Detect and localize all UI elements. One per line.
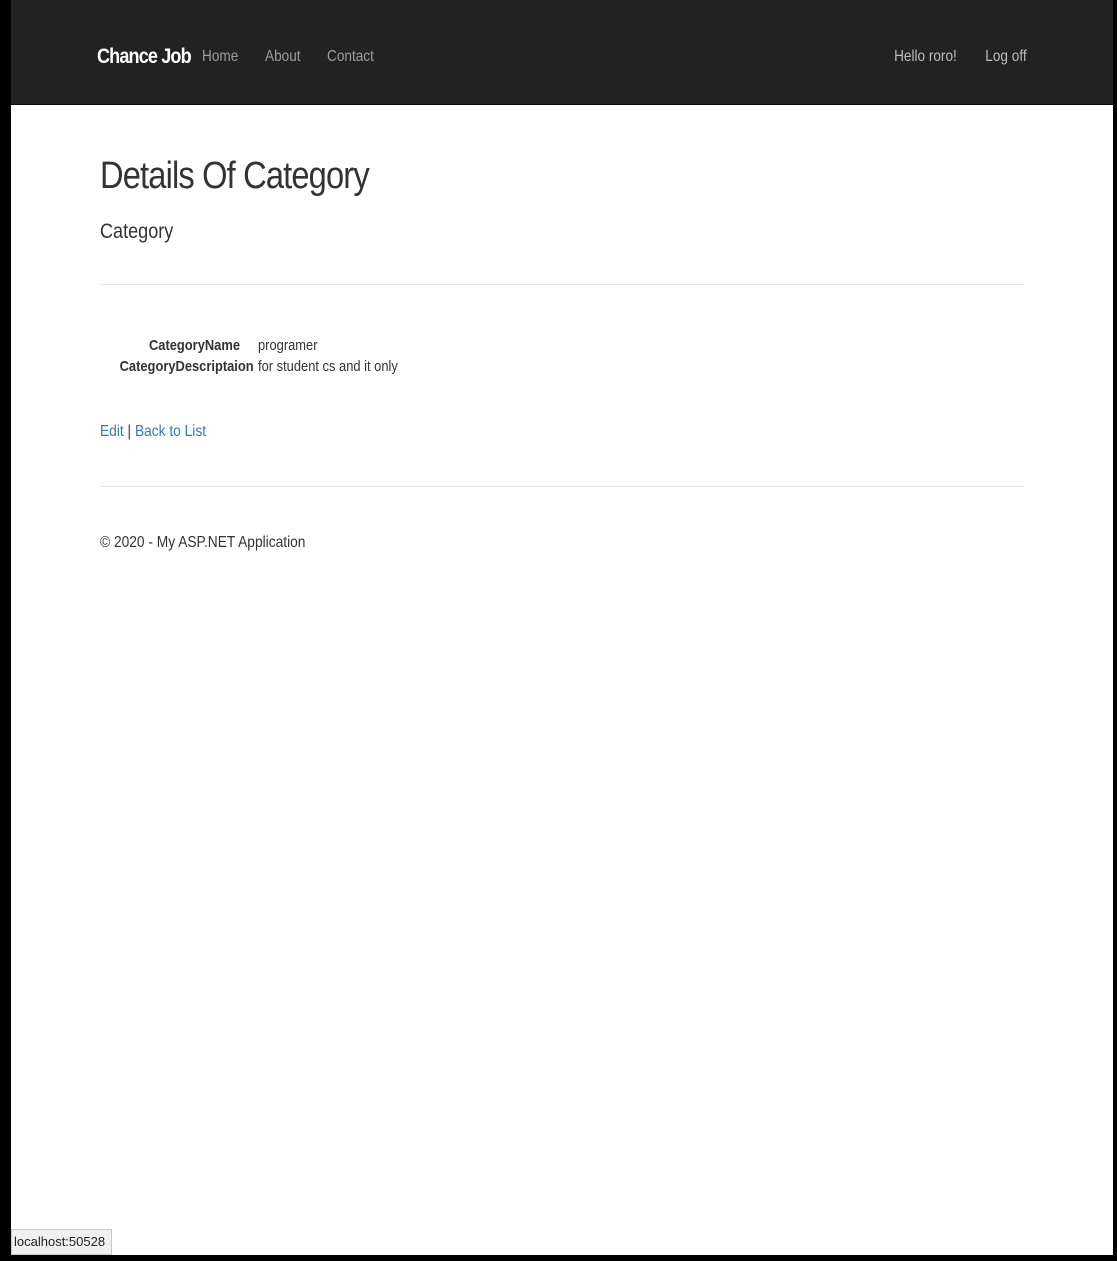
- link-separator: |: [123, 423, 135, 440]
- footer-text: © 2020 - My ASP.NET Application: [100, 534, 306, 551]
- nav-home-link[interactable]: Home: [202, 48, 238, 66]
- detail-label-category-name: CategoryName: [148, 337, 240, 354]
- detail-row-name: CategoryName programer: [100, 335, 1024, 356]
- brand-link[interactable]: Chance Job: [97, 45, 192, 69]
- detail-value-category-description: for student cs and it only: [258, 358, 398, 375]
- footer-divider: [100, 486, 1024, 487]
- user-greeting-link[interactable]: Hello roro!: [894, 48, 957, 66]
- divider: [100, 284, 1024, 285]
- detail-label-category-description: CategoryDescriptaion: [119, 358, 254, 375]
- status-bar-url: localhost:50528: [11, 1229, 113, 1255]
- nav-menu: Home About Contact: [202, 48, 382, 66]
- page-subtitle: Category: [100, 220, 174, 243]
- detail-row-description: CategoryDescriptaion for student cs and …: [100, 356, 1024, 377]
- browser-viewport: Chance Job Home About Contact Hello roro…: [11, 0, 1113, 1255]
- detail-value-category-name: programer: [258, 337, 318, 354]
- navbar: Chance Job Home About Contact Hello roro…: [11, 0, 1113, 105]
- edit-link[interactable]: Edit: [100, 423, 124, 440]
- action-links: Edit | Back to List: [100, 423, 895, 441]
- navbar-container: Chance Job Home About Contact Hello roro…: [97, 0, 1027, 104]
- nav-user-menu: Hello roro! Log off: [883, 48, 1027, 66]
- nav-contact-link[interactable]: Contact: [327, 48, 374, 66]
- body-content: Details Of Category Category CategoryNam…: [100, 105, 1024, 552]
- nav-about-link[interactable]: About: [265, 48, 301, 66]
- logoff-link[interactable]: Log off: [986, 48, 1027, 66]
- page-title: Details Of Category: [100, 155, 370, 197]
- details-list: CategoryName programer CategoryDescripta…: [100, 335, 1024, 377]
- back-to-list-link[interactable]: Back to List: [135, 423, 206, 440]
